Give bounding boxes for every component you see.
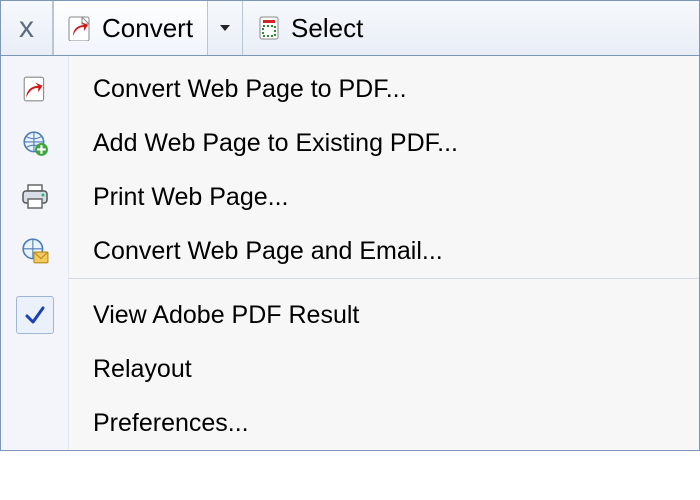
menu-item-view-pdf-result[interactable]: View Adobe PDF Result — [69, 288, 699, 342]
menu-item-relayout[interactable]: Relayout — [69, 342, 699, 396]
convert-dropdown-arrow[interactable] — [208, 1, 243, 55]
menu-item-text: Convert Web Page to PDF... — [93, 75, 407, 104]
menu-item-add-to-existing-pdf[interactable]: Add Web Page to Existing PDF... — [69, 116, 699, 170]
close-button[interactable]: x — [1, 1, 53, 55]
pdf-convert-icon — [68, 15, 94, 41]
convert-label: Convert — [102, 13, 193, 44]
menu-item-icon — [1, 396, 68, 450]
convert-button[interactable]: Convert — [53, 1, 208, 55]
pdf-convert-icon — [21, 75, 49, 103]
menu-item-convert-and-email[interactable]: Convert Web Page and Email... — [69, 224, 699, 278]
close-icon: x — [19, 11, 34, 45]
menu-item-icon — [1, 170, 68, 224]
pdf-select-icon — [257, 15, 283, 41]
menu-item-icon — [1, 224, 68, 278]
globe-email-icon — [21, 237, 49, 265]
menu-item-text: Print Web Page... — [93, 183, 288, 212]
select-button[interactable]: Select — [243, 1, 377, 55]
menu-icon-column — [1, 56, 69, 450]
menu-label-column: Convert Web Page to PDF... Add Web Page … — [69, 56, 699, 450]
menu-item-icon — [1, 116, 68, 170]
select-label: Select — [291, 13, 363, 44]
menu-item-text: View Adobe PDF Result — [93, 301, 359, 330]
menu-item-icon — [1, 62, 68, 116]
convert-dropdown-menu: Convert Web Page to PDF... Add Web Page … — [0, 56, 700, 451]
menu-item-text: Preferences... — [93, 409, 249, 438]
menu-item-print-web-page[interactable]: Print Web Page... — [69, 170, 699, 224]
toolbar: x Convert Select — [0, 0, 700, 56]
menu-item-text: Convert Web Page and Email... — [93, 237, 443, 266]
menu-item-icon — [1, 342, 68, 396]
chevron-down-icon — [218, 21, 232, 35]
menu-item-text: Add Web Page to Existing PDF... — [93, 129, 458, 158]
checkmark-icon — [16, 296, 54, 334]
menu-item-text: Relayout — [93, 355, 192, 384]
menu-item-convert-to-pdf[interactable]: Convert Web Page to PDF... — [69, 62, 699, 116]
printer-icon — [20, 183, 50, 211]
globe-add-icon — [21, 129, 49, 157]
menu-item-preferences[interactable]: Preferences... — [69, 396, 699, 450]
menu-separator — [69, 278, 699, 279]
